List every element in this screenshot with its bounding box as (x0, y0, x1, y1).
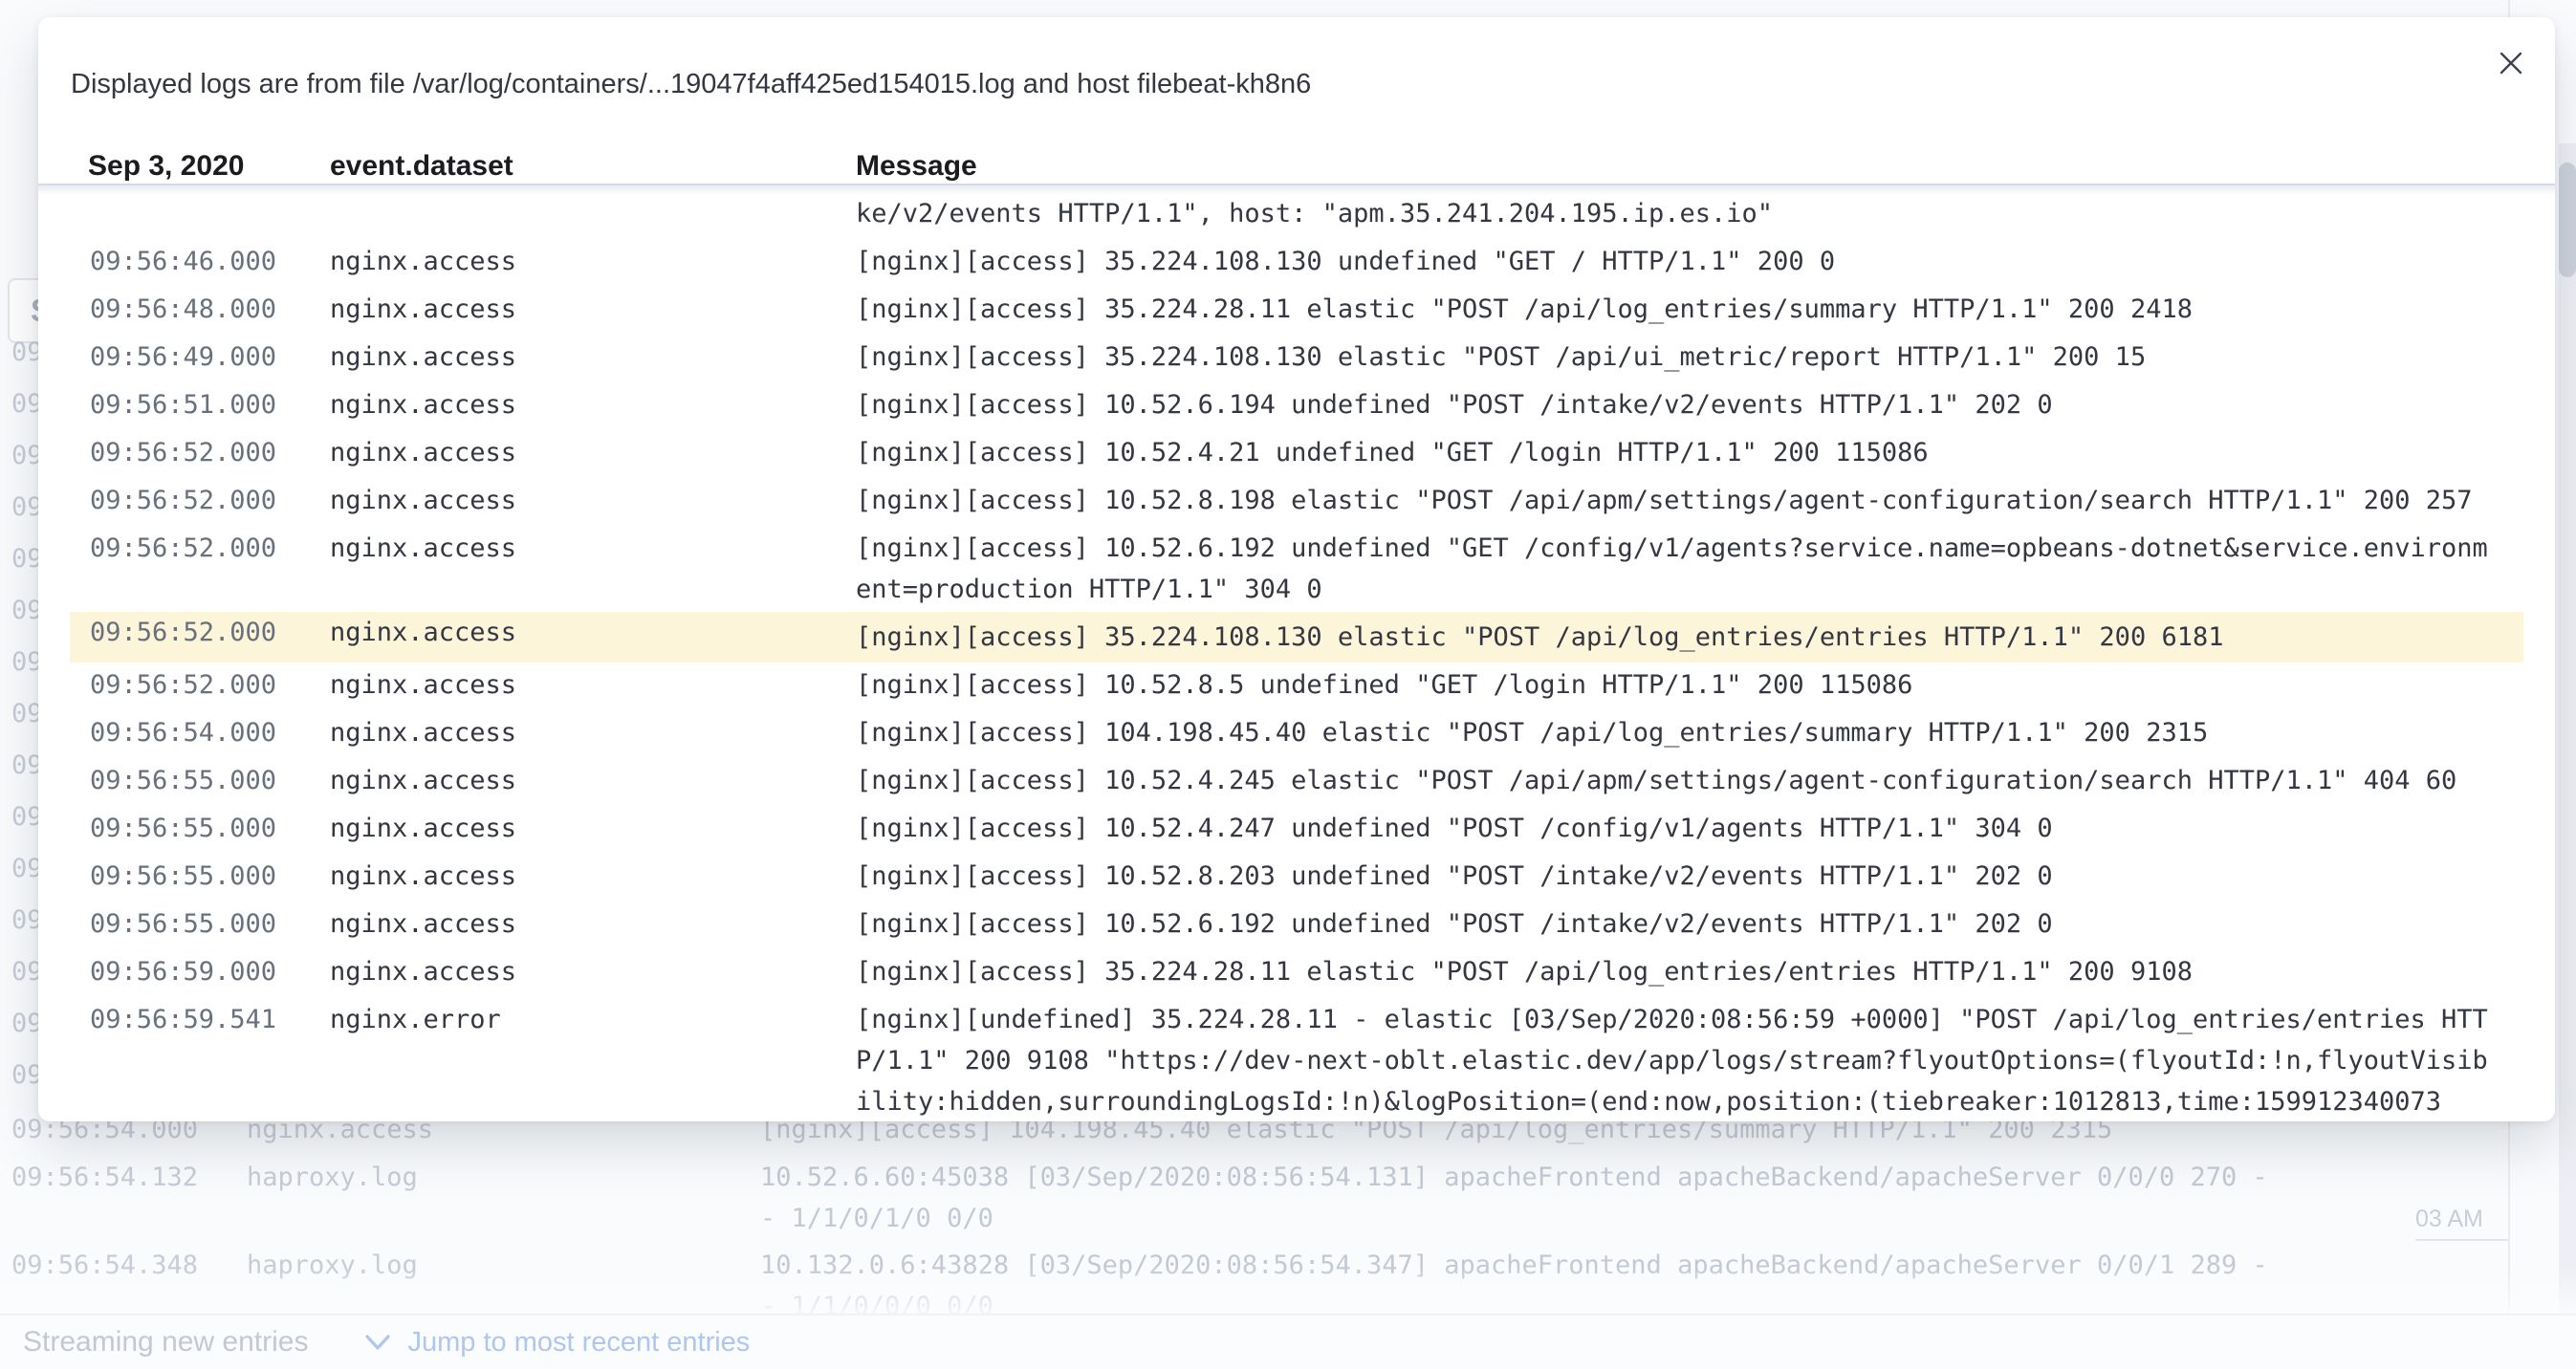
log-row-timestamp: 09:56:51.000 (90, 384, 276, 425)
log-row-dataset: nginx.access (330, 432, 516, 473)
log-row[interactable]: 09:56:59.000 nginx.access [nginx][access] … (70, 951, 2523, 992)
log-row-timestamp: 09:56:52.000 (90, 480, 276, 521)
log-row-message: [nginx][access] 35.224.108.130 undefined… (856, 241, 2493, 282)
log-row-message: [nginx][access] 10.52.6.192 undefined "P… (856, 903, 2493, 945)
log-row-message: [nginx][access] 10.52.6.192 undefined "G… (856, 528, 2493, 610)
log-row-partial[interactable]: ke/v2/events HTTP/1.1", host: "apm.35.24… (70, 193, 2523, 234)
log-row[interactable]: 09:56:55.000 nginx.access [nginx][access] … (70, 808, 2523, 849)
scrollbar-thumb[interactable] (2559, 163, 2576, 277)
log-row-message: [nginx][access] 35.224.108.130 elastic "… (856, 337, 2493, 378)
log-row-timestamp: 09:56:55.000 (90, 808, 276, 849)
column-header-dataset: event.dataset (330, 150, 513, 183)
log-row-message: [nginx][access] 10.52.4.247 undefined "P… (856, 808, 2493, 849)
log-file-flyout: Displayed logs are from file /var/log/co… (38, 17, 2555, 1121)
log-row[interactable]: 09:56:51.000 nginx.access [nginx][access] … (70, 384, 2523, 425)
log-row[interactable]: 09:56:59.541 nginx.error [nginx][undefined… (70, 999, 2523, 1122)
log-row[interactable]: 09:56:54.000 nginx.access [nginx][access] … (70, 712, 2523, 753)
scrollbar-track[interactable] (2559, 143, 2576, 1369)
log-row-timestamp: 09:56:55.000 (90, 903, 276, 945)
log-row-dataset: nginx.access (330, 760, 516, 801)
log-row-dataset: nginx.access (330, 856, 516, 897)
log-row-message: [nginx][access] 10.52.8.198 elastic "POS… (856, 480, 2493, 521)
log-row-timestamp: 09:56:52.000 (90, 432, 276, 473)
log-row-timestamp: 09:56:49.000 (90, 337, 276, 378)
time-ruler-label: 03 AM (2415, 1206, 2483, 1233)
table-header: Sep 3, 2020 event.dataset Message (38, 17, 2555, 185)
chevron-down-icon (363, 1332, 392, 1353)
log-row-dataset: nginx.access (330, 664, 516, 706)
log-row-message: [nginx][access] 35.224.28.11 elastic "PO… (856, 289, 2493, 330)
log-row[interactable]: 09:56:55.000 nginx.access [nginx][access] … (70, 856, 2523, 897)
logs-stream-page: Se 090909090909090909090909090909 09:56:… (0, 0, 2576, 1369)
log-row-timestamp: 09:56:52.000 (90, 612, 276, 653)
log-row-timestamp: 09:56:55.000 (90, 856, 276, 897)
log-row[interactable]: 09:56:52.000 nginx.access [nginx][access] … (70, 528, 2523, 610)
log-row[interactable]: 09:56:52.000 nginx.access [nginx][access] … (70, 480, 2523, 521)
log-row-timestamp: 09:56:59.000 (90, 951, 276, 992)
log-row[interactable]: 09:56:46.000 nginx.access [nginx][access] … (70, 241, 2523, 282)
background-log-row: 09:56:54.132 haproxy.log 10.52.6.60:45038 … (0, 1157, 2576, 1239)
log-row-message: [nginx][access] 104.198.45.40 elastic "P… (856, 712, 2493, 753)
log-row[interactable]: 09:56:49.000 nginx.access [nginx][access] … (70, 337, 2523, 378)
log-row-timestamp: 09:56:54.000 (90, 712, 276, 753)
log-row-dataset: nginx.access (330, 951, 516, 992)
log-row-dataset: nginx.access (330, 384, 516, 425)
log-row-dataset: nginx.access (330, 337, 516, 378)
log-row-dataset: nginx.access (330, 712, 516, 753)
log-row-timestamp: 09:56:52.000 (90, 664, 276, 706)
log-row-message: [nginx][undefined] 35.224.28.11 - elasti… (856, 999, 2493, 1122)
log-entries-table[interactable]: ke/v2/events HTTP/1.1", host: "apm.35.24… (38, 185, 2555, 1129)
log-row-message: [nginx][access] 35.224.108.130 elastic "… (856, 617, 2493, 658)
background-row-message: 10.52.6.60:45038 [03/Sep/2020:08:56:54.1… (760, 1157, 2290, 1239)
log-row-timestamp: 09:56:59.541 (90, 999, 276, 1040)
log-row[interactable]: 09:56:52.000 nginx.access [nginx][access] … (70, 664, 2523, 706)
log-row-message: [nginx][access] 10.52.6.194 undefined "P… (856, 384, 2493, 425)
stream-footer: Streaming new entries Jump to most recen… (0, 1314, 2576, 1369)
log-row-message: [nginx][access] 35.224.28.11 elastic "PO… (856, 951, 2493, 992)
header-scroll-shadow (38, 185, 2555, 195)
log-row-dataset: nginx.access (330, 903, 516, 945)
log-row[interactable]: 09:56:48.000 nginx.access [nginx][access] … (70, 289, 2523, 330)
log-row[interactable]: 09:56:52.000 nginx.access [nginx][access] … (70, 432, 2523, 473)
background-row-timestamp: 09:56:54.132 (11, 1157, 198, 1198)
column-header-message: Message (856, 150, 977, 183)
log-row-timestamp: 09:56:55.000 (90, 760, 276, 801)
log-row-timestamp: 09:56:46.000 (90, 241, 276, 282)
log-row-dataset: nginx.access (330, 480, 516, 521)
streaming-status-label: Streaming new entries (23, 1326, 308, 1358)
log-row-highlighted[interactable]: 09:56:52.000 nginx.access [nginx][access] … (70, 612, 2523, 663)
column-header-date: Sep 3, 2020 (88, 150, 244, 183)
log-row-message: [nginx][access] 10.52.8.5 undefined "GET… (856, 664, 2493, 706)
log-row-message: [nginx][access] 10.52.4.21 undefined "GE… (856, 432, 2493, 473)
log-row-dataset: nginx.access (330, 289, 516, 330)
log-row-dataset: nginx.error (330, 999, 501, 1040)
log-row-message: [nginx][access] 10.52.4.245 elastic "POS… (856, 760, 2493, 801)
log-row-timestamp: 09:56:48.000 (90, 289, 276, 330)
log-row-dataset: nginx.access (330, 528, 516, 569)
log-row-dataset: nginx.access (330, 241, 516, 282)
log-row-dataset: nginx.access (330, 808, 516, 849)
log-row[interactable]: 09:56:55.000 nginx.access [nginx][access] … (70, 760, 2523, 801)
log-row-message: ke/v2/events HTTP/1.1", host: "apm.35.24… (856, 193, 2493, 234)
log-row[interactable]: 09:56:55.000 nginx.access [nginx][access] … (70, 903, 2523, 945)
time-ruler-tick (2415, 1239, 2508, 1241)
log-row-timestamp: 09:56:52.000 (90, 528, 276, 569)
log-row-message: [nginx][access] 10.52.8.203 undefined "P… (856, 856, 2493, 897)
log-row-dataset: nginx.access (330, 612, 516, 653)
background-row-dataset: haproxy.log (247, 1157, 418, 1198)
jump-to-recent-link[interactable]: Jump to most recent entries (407, 1327, 750, 1358)
